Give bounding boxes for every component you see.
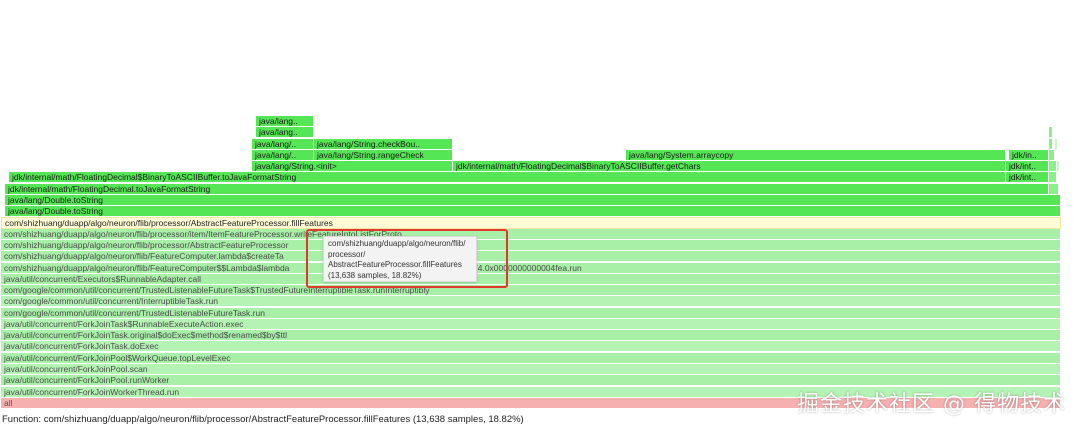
flame-frame-sliver[interactable] (1049, 139, 1053, 150)
flame-frame[interactable]: java/util/concurrent/Executors$RunnableA… (1, 274, 1061, 285)
flame-frame[interactable]: java/util/concurrent/ForkJoinPool$WorkQu… (1, 353, 1061, 364)
flame-frame[interactable]: com/shizhuang/duapp/algo/neuron/flib/pro… (1, 240, 1061, 251)
flame-frame-sliver[interactable] (1049, 161, 1057, 172)
flame-frame-sliver[interactable] (1049, 150, 1055, 161)
flame-frame[interactable]: java/util/concurrent/ForkJoinTask.origin… (1, 330, 1061, 341)
flame-frame[interactable]: com/shizhuang/duapp/algo/neuron/flib/pro… (1, 229, 1061, 240)
flame-frame[interactable]: jdk/internal/math/FloatingDecimal$Binary… (9, 172, 1006, 183)
flame-frame[interactable]: java/util/concurrent/ForkJoinTask$Runnab… (1, 319, 1061, 330)
flame-frame[interactable]: com/google/common/util/concurrent/Interr… (1, 296, 1061, 307)
flame-frame[interactable]: com/shizhuang/duapp/algo/neuron/flib/Fea… (1, 251, 1061, 262)
flame-frame[interactable]: jdk/internal/math/FloatingDecimal.toJava… (5, 184, 1049, 195)
annotation-highlight-box (306, 229, 508, 288)
flame-frame-sliver[interactable] (1057, 161, 1060, 172)
flame-frame[interactable]: java/lang/Double.toString (5, 195, 1061, 206)
flame-frame[interactable]: java/util/concurrent/ForkJoinTask.doExec (1, 341, 1061, 352)
flame-frame[interactable]: com/google/common/util/concurrent/Truste… (1, 308, 1061, 319)
flame-frame[interactable]: java/util/concurrent/ForkJoinPool.runWor… (1, 375, 1061, 386)
flame-frame[interactable]: jdk/int.. (1006, 161, 1049, 172)
flame-frame-sliver[interactable] (1049, 127, 1053, 138)
status-line: Function: com/shizhuang/duapp/algo/neuro… (2, 414, 524, 425)
flame-frame[interactable]: java/lang/String.checkBou.. (314, 139, 453, 150)
flame-frame[interactable]: java/lang/String.rangeCheck (314, 150, 453, 161)
flame-frame[interactable]: jdk/int.. (1006, 172, 1049, 183)
flame-frame[interactable]: java/lang.. (256, 116, 314, 127)
flame-frame-sliver[interactable] (1049, 172, 1057, 183)
flame-frame[interactable]: java/lang/Double.toString (5, 206, 1061, 217)
flame-frame[interactable]: java/util/concurrent/ForkJoinPool.scan (1, 364, 1061, 375)
flame-frame[interactable]: java/lang/.. (252, 139, 314, 150)
selected-flame-frame[interactable]: com/shizhuang/duapp/algo/neuron/flib/pro… (1, 217, 1061, 229)
flame-frame[interactable]: java/lang.. (256, 127, 314, 138)
flame-frame[interactable]: java/lang/String.<init> (252, 161, 453, 172)
flame-frame[interactable]: com/google/common/util/concurrent/Truste… (1, 285, 1061, 296)
flame-frame[interactable]: jdk/internal/math/FloatingDecimal$Binary… (453, 161, 1006, 172)
flame-frame-sliver[interactable] (1055, 139, 1058, 150)
flame-graph: java/lang.. java/lang.. java/lang/.. jav… (0, 0, 1080, 431)
flame-frame[interactable]: java/lang/System.arraycopy (626, 150, 1006, 161)
watermark-text: 掘金技术社区 @ 得物技术 (797, 392, 1066, 417)
flame-frame[interactable]: jdk/in.. (1009, 150, 1049, 161)
flame-frame[interactable]: java/lang/.. (252, 150, 314, 161)
flame-frame-sliver[interactable] (1049, 184, 1059, 195)
